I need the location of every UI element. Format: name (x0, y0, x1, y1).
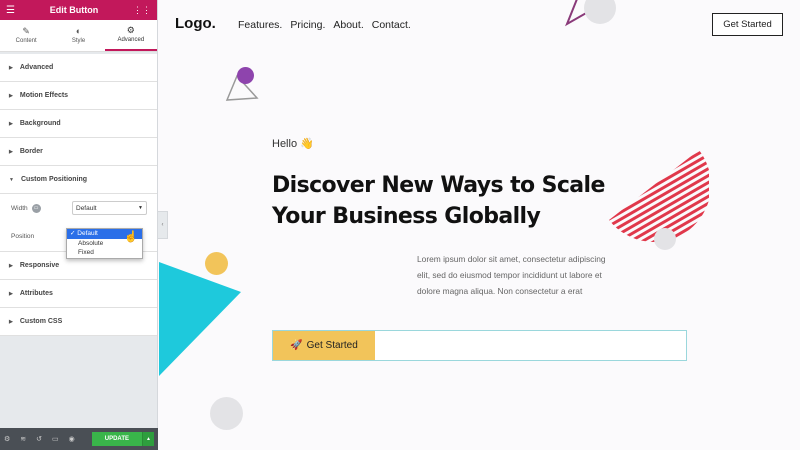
chevron-down-icon: ▼ (138, 205, 143, 211)
caret-right-icon: ▶ (9, 64, 13, 71)
hero-body-text: Lorem ipsum dolor sit amet, consectetur … (417, 254, 606, 296)
layers-icon[interactable]: ≋ (20, 435, 26, 443)
nav-item-about[interactable]: About. (333, 19, 363, 31)
section-label: Motion Effects (19, 92, 69, 99)
section-motion-effects[interactable]: ▶ Motion Effects (0, 82, 157, 110)
caret-right-icon: ▶ (9, 262, 13, 269)
tab-style[interactable]: ◐ Style (52, 20, 104, 51)
tab-style-label: Style (71, 38, 86, 44)
responsive-desktop-icon[interactable]: ▭ (31, 203, 41, 213)
option-label: Fixed (78, 249, 94, 256)
chevron-up-icon[interactable]: ▲ (142, 432, 154, 446)
tab-advanced[interactable]: ⚙ Advanced (104, 20, 157, 51)
section-label: Custom Positioning (20, 176, 88, 183)
hand-cursor-icon: ☝ (124, 231, 138, 243)
panel-header: ☰ Edit Button ⋮⋮ (0, 0, 157, 20)
width-label: Width (11, 204, 28, 212)
nav-item-pricing[interactable]: Pricing. (290, 19, 325, 31)
width-select[interactable]: Default ▼ (72, 201, 147, 215)
caret-right-icon: ▶ (9, 92, 13, 99)
panel-title: Edit Button (49, 5, 99, 15)
caret-right-icon: ▶ (9, 148, 13, 155)
caret-right-icon: ▶ (9, 120, 13, 127)
tab-advanced-label: Advanced (117, 37, 145, 43)
site-nav: Features. Pricing. About. Contact. (238, 19, 411, 31)
hero-greeting: Hello 👋 (272, 138, 314, 150)
cta-container: 🚀 Get Started (272, 330, 687, 361)
grid-apps-icon[interactable]: ⋮⋮ (133, 5, 151, 16)
section-custom-positioning[interactable]: ▼ Custom Positioning (0, 166, 157, 194)
update-button[interactable]: UPDATE (91, 432, 142, 446)
caret-right-icon: ▶ (9, 290, 13, 297)
rocket-icon: 🚀 (290, 340, 303, 351)
section-label: Advanced (19, 64, 54, 71)
position-option-fixed[interactable]: Fixed (67, 248, 142, 258)
history-icon[interactable]: ↺ (36, 435, 42, 443)
cta-label: Get Started (306, 340, 358, 351)
section-label: Attributes (19, 290, 53, 297)
hero-headline: Discover New Ways to Scale Your Business… (272, 173, 605, 229)
width-select-value: Default (76, 204, 97, 212)
width-control: Width ▭ Default ▼ (0, 194, 157, 222)
caret-down-icon: ▼ (9, 176, 14, 183)
gray-circle-shape (654, 228, 676, 250)
cta-get-started-button[interactable]: 🚀 Get Started (273, 331, 375, 360)
section-label: Custom CSS (19, 318, 63, 325)
section-attributes[interactable]: ▶ Attributes (0, 280, 157, 308)
section-label: Border (19, 148, 43, 155)
header-get-started-button[interactable]: Get Started (712, 13, 783, 36)
section-label: Background (19, 120, 61, 127)
gray-circle-shape (210, 397, 243, 430)
editor-panel: ☰ Edit Button ⋮⋮ ✎ Content ◐ Style ⚙ Adv… (0, 0, 158, 450)
section-label: Responsive (19, 262, 60, 269)
site-logo[interactable]: Logo. (175, 15, 216, 32)
cyan-triangle-shape (159, 262, 241, 376)
purple-dot-shape (237, 67, 254, 84)
settings-icon[interactable]: ⚙ (4, 435, 10, 443)
pencil-icon: ✎ (22, 26, 30, 36)
hamburger-menu-icon[interactable]: ☰ (6, 5, 15, 16)
half-circle-icon: ◐ (75, 26, 82, 36)
gear-icon: ⚙ (126, 25, 135, 35)
option-label: Default (77, 230, 98, 237)
option-label: Absolute (78, 239, 104, 247)
section-background[interactable]: ▶ Background (0, 110, 157, 138)
responsive-mode-icon[interactable]: ▭ (52, 435, 59, 443)
preview-eye-icon[interactable]: ◉ (69, 435, 75, 443)
section-border[interactable]: ▶ Border (0, 138, 157, 166)
tab-content[interactable]: ✎ Content (0, 20, 52, 51)
panel-sections: ▶ Advanced ▶ Motion Effects ▶ Background ▶ B… (0, 54, 157, 336)
position-label: Position (11, 233, 35, 240)
caret-right-icon: ▶ (9, 318, 13, 325)
nav-item-contact[interactable]: Contact. (372, 19, 411, 31)
nav-item-features[interactable]: Features. (238, 19, 282, 31)
tab-content-label: Content (15, 38, 37, 44)
section-advanced[interactable]: ▶ Advanced (0, 54, 157, 82)
section-custom-css[interactable]: ▶ Custom CSS (0, 308, 157, 336)
panel-footer: ⚙ ≋ ↺ ▭ ◉ UPDATE ▲ (0, 428, 158, 450)
page-preview: Logo. Features. Pricing. About. Contact.… (159, 0, 800, 450)
panel-tabs: ✎ Content ◐ Style ⚙ Advanced (0, 20, 157, 52)
update-button-group: UPDATE ▲ (91, 432, 154, 446)
